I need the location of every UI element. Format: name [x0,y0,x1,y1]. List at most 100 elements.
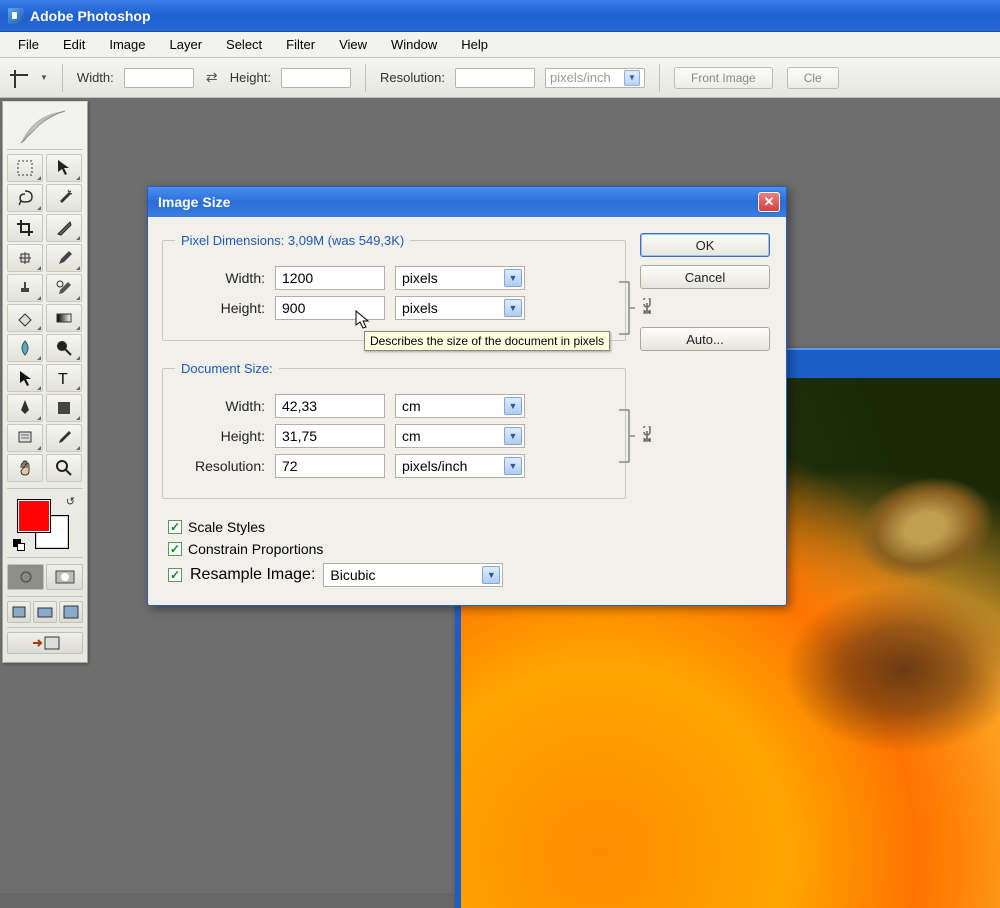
doc-height-input[interactable] [275,424,385,448]
doc-width-unit-select[interactable]: cm ▼ [395,394,525,418]
hand-tool[interactable] [7,454,43,482]
screen-full[interactable] [59,601,83,623]
divider [7,557,83,558]
doc-res-input[interactable] [275,454,385,478]
divider [7,627,83,628]
marquee-tool[interactable] [7,154,43,182]
swap-dimensions-icon[interactable]: ⇄ [204,70,220,86]
clear-button[interactable]: Cle [787,67,839,89]
quickmask-off[interactable] [7,564,44,590]
pixel-dimensions-group: Pixel Dimensions: 3,09M (was 549,3K) Wid… [162,233,626,341]
link-icon [639,426,653,444]
dialog-titlebar[interactable]: Image Size ✕ [148,187,786,217]
tooltip: Describes the size of the document in pi… [364,331,610,351]
foreground-color-swatch[interactable] [17,499,51,533]
scale-styles-label: Scale Styles [188,519,265,535]
menu-select[interactable]: Select [214,34,274,55]
divider [7,488,83,489]
opt-width-label: Width: [77,70,114,85]
tool-preset-menu[interactable]: ▼ [40,73,48,82]
toolbox-header[interactable] [7,104,83,150]
slice-tool[interactable] [46,214,82,242]
doc-width-input[interactable] [275,394,385,418]
chevron-down-icon: ▼ [504,427,522,445]
scale-styles-checkbox[interactable]: ✓ Scale Styles [168,519,626,535]
check-icon: ✓ [168,542,182,556]
front-image-button[interactable]: Front Image [674,67,773,89]
doc-height-label: Height: [175,428,265,444]
dialog-title-text: Image Size [158,194,230,210]
zoom-tool[interactable] [46,454,82,482]
eyedropper-tool[interactable] [46,424,82,452]
px-link-bracket [617,278,635,338]
check-icon[interactable]: ✓ [168,568,182,582]
type-tool[interactable]: T [46,364,82,392]
blur-tool[interactable] [7,334,43,362]
menu-help[interactable]: Help [449,34,500,55]
resample-method-select[interactable]: Bicubic ▼ [323,563,503,587]
opt-height-input[interactable] [281,68,351,88]
magic-wand-tool[interactable] [46,184,82,212]
doc-res-unit-select[interactable]: pixels/inch ▼ [395,454,525,478]
pen-tool[interactable] [7,394,43,422]
menu-filter[interactable]: Filter [274,34,327,55]
menu-file[interactable]: File [6,34,51,55]
history-brush-tool[interactable] [46,274,82,302]
cancel-button[interactable]: Cancel [640,265,770,289]
svg-text:T: T [58,371,68,388]
clone-stamp-tool[interactable] [7,274,43,302]
options-bar: ▼ Width: ⇄ Height: Resolution: pixels/in… [0,58,1000,98]
color-swatches: ↺ [7,493,83,553]
notes-tool[interactable] [7,424,43,452]
px-height-input[interactable] [275,296,385,320]
shape-tool[interactable] [46,394,82,422]
screen-full-menubar[interactable] [33,601,57,623]
opt-width-input[interactable] [124,68,194,88]
px-width-unit-select[interactable]: pixels▼ [395,266,525,290]
chevron-down-icon: ▼ [504,397,522,415]
px-height-unit-select[interactable]: pixels▼ [395,296,525,320]
doc-height-unit-select[interactable]: cm▼ [395,424,525,448]
doc-link-bracket [617,406,635,466]
gradient-tool[interactable] [46,304,82,332]
px-height-unit-text: pixels [402,300,438,316]
menu-view[interactable]: View [327,34,379,55]
feather-icon [15,107,75,147]
eraser-tool[interactable] [7,304,43,332]
quickmask-on[interactable] [46,564,83,590]
check-icon: ✓ [168,520,182,534]
brush-tool[interactable] [46,244,82,272]
close-button[interactable]: ✕ [758,192,780,212]
crop-tool[interactable] [7,214,43,242]
menu-window[interactable]: Window [379,34,449,55]
doc-res-unit-text: pixels/inch [402,458,467,474]
screen-standard[interactable] [7,601,31,623]
menu-image[interactable]: Image [97,34,157,55]
ok-button[interactable]: OK [640,233,770,257]
move-tool[interactable] [46,154,82,182]
opt-resolution-unit-select[interactable]: pixels/inch ▼ [545,68,645,88]
crop-icon[interactable] [6,66,30,90]
lasso-tool[interactable] [7,184,43,212]
auto-button[interactable]: Auto... [640,327,770,351]
px-width-label: Width: [175,270,265,286]
default-colors-icon[interactable] [13,539,27,553]
constrain-proportions-checkbox[interactable]: ✓ Constrain Proportions [168,541,626,557]
menubar: File Edit Image Layer Select Filter View… [0,32,1000,58]
doc-width-label: Width: [175,398,265,414]
swap-colors-icon[interactable]: ↺ [66,495,75,508]
jump-to-imageready[interactable] [7,632,83,654]
px-width-input[interactable] [275,266,385,290]
path-select-tool[interactable] [7,364,43,392]
menu-layer[interactable]: Layer [158,34,215,55]
pixel-dimensions-legend: Pixel Dimensions: 3,09M (was 549,3K) [175,233,410,248]
chevron-down-icon: ▼ [504,457,522,475]
menu-edit[interactable]: Edit [51,34,97,55]
dodge-tool[interactable] [46,334,82,362]
resample-label: Resample Image: [190,566,315,584]
app-icon [8,8,24,24]
healing-brush-tool[interactable] [7,244,43,272]
doc-width-unit-text: cm [402,398,421,414]
divider [7,596,83,597]
opt-resolution-input[interactable] [455,68,535,88]
